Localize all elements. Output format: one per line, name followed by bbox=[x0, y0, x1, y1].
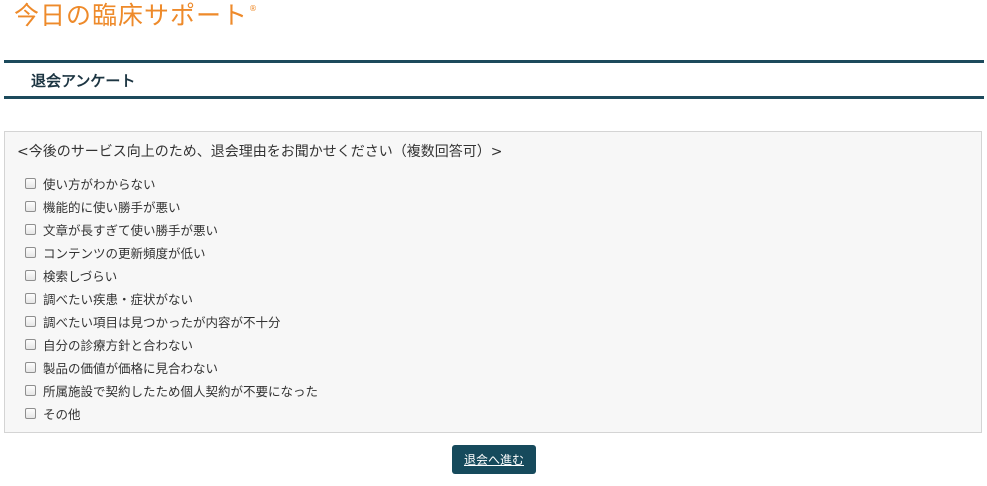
option-item[interactable]: 所属施設で契約したため個人契約が不要になった bbox=[25, 379, 318, 402]
site-logo[interactable]: 今日の臨床サポート ® bbox=[14, 0, 258, 32]
option-checkbox[interactable] bbox=[25, 316, 36, 327]
option-item[interactable]: 製品の価値が価格に見合わない bbox=[25, 356, 318, 379]
registered-mark: ® bbox=[249, 4, 259, 13]
option-checkbox[interactable] bbox=[25, 224, 36, 235]
option-checkbox[interactable] bbox=[25, 293, 36, 304]
options-list: 使い方がわからない 機能的に使い勝手が悪い 文章が長すぎて使い勝手が悪い コンテ… bbox=[25, 172, 318, 425]
option-item[interactable]: 検索しづらい bbox=[25, 264, 318, 287]
option-item[interactable]: 機能的に使い勝手が悪い bbox=[25, 195, 318, 218]
option-item[interactable]: 調べたい項目は見つかったが内容が不十分 bbox=[25, 310, 318, 333]
option-checkbox[interactable] bbox=[25, 201, 36, 212]
page: 今日の臨床サポート ® 退会アンケート <今後のサービス向上のため、退会理由をお… bbox=[0, 0, 987, 486]
option-item[interactable]: 調べたい疾患・症状がない bbox=[25, 287, 318, 310]
option-item[interactable]: 使い方がわからない bbox=[25, 172, 318, 195]
option-label[interactable]: 機能的に使い勝手が悪い bbox=[43, 197, 181, 216]
option-checkbox[interactable] bbox=[25, 385, 36, 396]
option-label[interactable]: 文章が長すぎて使い勝手が悪い bbox=[43, 220, 218, 239]
option-checkbox[interactable] bbox=[25, 178, 36, 189]
option-label[interactable]: コンテンツの更新頻度が低い bbox=[43, 243, 206, 262]
option-item[interactable]: 自分の診療方針と合わない bbox=[25, 333, 318, 356]
option-label[interactable]: 自分の診療方針と合わない bbox=[43, 335, 193, 354]
option-checkbox[interactable] bbox=[25, 362, 36, 373]
option-label[interactable]: 検索しづらい bbox=[43, 266, 117, 285]
option-item[interactable]: コンテンツの更新頻度が低い bbox=[25, 241, 318, 264]
survey-question: <今後のサービス向上のため、退会理由をお聞かせください（複数回答可）> bbox=[17, 144, 503, 160]
logo-text: 今日の臨床サポート bbox=[14, 1, 249, 30]
page-title: 退会アンケート bbox=[31, 72, 136, 90]
page-header: 退会アンケート bbox=[4, 60, 984, 99]
option-item[interactable]: その他 bbox=[25, 402, 318, 425]
option-checkbox[interactable] bbox=[25, 408, 36, 419]
option-label[interactable]: 調べたい項目は見つかったが内容が不十分 bbox=[43, 312, 281, 331]
option-label[interactable]: その他 bbox=[43, 404, 81, 423]
option-label[interactable]: 調べたい疾患・症状がない bbox=[43, 289, 193, 308]
option-checkbox[interactable] bbox=[25, 247, 36, 258]
option-label[interactable]: 所属施設で契約したため個人契約が不要になった bbox=[43, 381, 318, 400]
option-label[interactable]: 製品の価値が価格に見合わない bbox=[43, 358, 218, 377]
option-checkbox[interactable] bbox=[25, 339, 36, 350]
option-item[interactable]: 文章が長すぎて使い勝手が悪い bbox=[25, 218, 318, 241]
option-label[interactable]: 使い方がわからない bbox=[43, 174, 156, 193]
proceed-to-cancel-button[interactable]: 退会へ進む bbox=[452, 445, 536, 474]
option-checkbox[interactable] bbox=[25, 270, 36, 281]
survey-panel: <今後のサービス向上のため、退会理由をお聞かせください（複数回答可）> 使い方が… bbox=[4, 131, 982, 433]
